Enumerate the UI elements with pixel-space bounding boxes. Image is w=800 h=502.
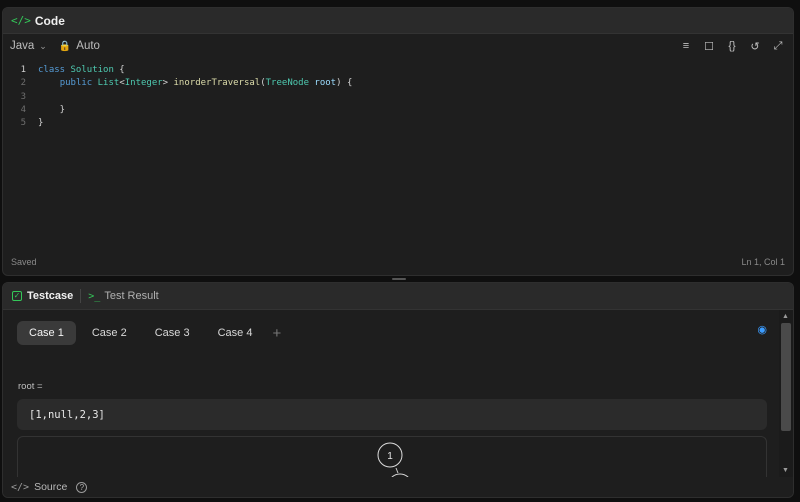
testcase-panel-header: ✓ Testcase >_ Test Result: [3, 283, 793, 310]
source-code-icon: </>: [11, 481, 30, 493]
reset-icon[interactable]: ↺: [748, 40, 762, 53]
lock-icon: 🔒: [58, 40, 72, 52]
tab-testcase[interactable]: Testcase: [27, 290, 73, 302]
case-tab-1[interactable]: Case 1: [17, 321, 76, 345]
editor-status-bar: Saved Ln 1, Col 1: [3, 249, 793, 275]
line-number: 4: [20, 104, 26, 115]
line-number: 2: [20, 78, 26, 89]
braces-icon[interactable]: {}: [725, 40, 739, 53]
tree-edge: [395, 467, 399, 474]
param-label: root =: [18, 381, 43, 392]
top-strip: [0, 0, 800, 6]
cursor-position: Ln 1, Col 1: [741, 257, 785, 267]
vertical-scrollbar[interactable]: ▲ ▼: [779, 310, 793, 477]
eye-icon[interactable]: ◉: [757, 323, 767, 336]
tree-graph: 1 2: [377, 442, 409, 477]
code-panel-title: Code: [34, 13, 65, 28]
add-case-button[interactable]: +: [272, 325, 281, 342]
testcase-body: Case 1 Case 2 Case 3 Case 4 + ◉ root = […: [3, 310, 781, 477]
scroll-down-icon[interactable]: ▼: [782, 467, 789, 474]
bookmark-icon[interactable]: ☐: [702, 40, 716, 53]
terminal-icon: >_: [88, 290, 101, 302]
code-line: 2 public List<Integer> inorderTraversal(…: [3, 77, 793, 90]
language-selector[interactable]: Java ⌄: [10, 40, 47, 52]
tree-visualizer: 1 2: [17, 436, 767, 477]
tab-test-result[interactable]: Test Result: [104, 290, 158, 302]
line-number: 1: [20, 65, 26, 75]
source-bar: </> Source ?: [3, 477, 793, 497]
tab-divider: [80, 289, 82, 303]
code-icon: </>: [11, 14, 31, 27]
line-number: 3: [20, 91, 26, 102]
expand-icon[interactable]: ⤢: [771, 40, 785, 53]
code-line: 5 }: [3, 117, 793, 130]
tree-node-label: 1: [387, 451, 393, 462]
code-panel: </> Code Java ⌄ 🔒 Auto ≡ ☐ {} ↺ ⤢ 1 clas…: [2, 7, 794, 276]
case-tab-2[interactable]: Case 2: [80, 321, 139, 345]
chevron-down-icon: ⌄: [39, 40, 47, 51]
language-label: Java: [10, 40, 35, 52]
save-status: Saved: [11, 257, 37, 267]
case-tabs: Case 1 Case 2 Case 3 Case 4 +: [17, 321, 281, 345]
editor-toolbar: Java ⌄ 🔒 Auto ≡ ☐ {} ↺ ⤢: [3, 34, 793, 58]
help-icon[interactable]: ?: [76, 481, 88, 493]
code-line: 4 }: [3, 104, 793, 117]
code-line: 1 class Solution {: [3, 64, 793, 77]
case-tab-3[interactable]: Case 3: [143, 321, 202, 345]
scroll-thumb[interactable]: [781, 323, 791, 431]
source-link[interactable]: Source: [34, 481, 67, 493]
panel-resize-handle[interactable]: [392, 278, 406, 280]
auto-mode-label[interactable]: Auto: [76, 40, 100, 52]
checkbox-icon: ✓: [12, 291, 22, 301]
param-input[interactable]: [1,null,2,3]: [17, 399, 767, 430]
code-editor[interactable]: 1 class Solution { 2 public List<Integer…: [3, 64, 793, 244]
scroll-up-icon[interactable]: ▲: [782, 313, 789, 320]
line-number: 5: [20, 118, 26, 129]
case-tab-4[interactable]: Case 4: [206, 321, 265, 345]
code-line: 3: [3, 91, 793, 104]
format-icon[interactable]: ≡: [679, 40, 693, 53]
testcase-panel: ✓ Testcase >_ Test Result Case 1 Case 2 …: [2, 282, 794, 498]
code-panel-header: </> Code: [3, 8, 793, 34]
